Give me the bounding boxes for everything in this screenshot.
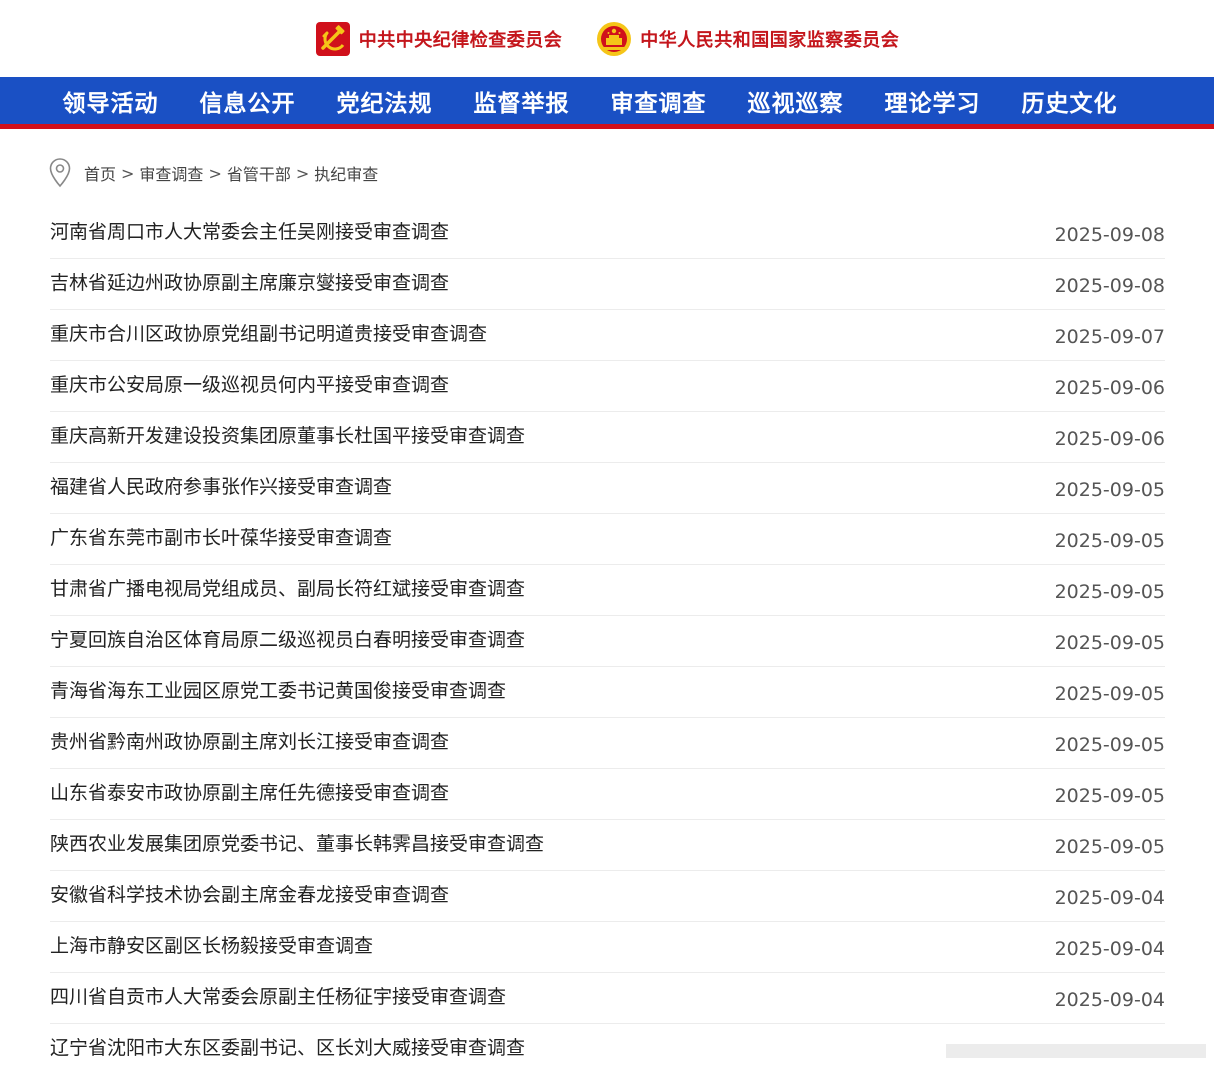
nsc-brand-name: 中华人民共和国国家监察委员会 [640, 29, 900, 51]
article-row: 安徽省科学技术协会副主席金春龙接受审查调查 2025-09-04 [50, 871, 1165, 922]
breadcrumb-separator: > [208, 163, 222, 183]
article-date: 2025-09-05 [1054, 683, 1165, 705]
article-row: 山东省泰安市政协原副主席任先德接受审查调查 2025-09-05 [50, 769, 1165, 820]
article-row: 重庆市公安局原一级巡视员何内平接受审查调查 2025-09-06 [50, 361, 1165, 412]
article-title-link[interactable]: 陕西农业发展集团原党委书记、董事长韩霁昌接受审查调查 [50, 829, 544, 856]
nav-item-regulations[interactable]: 党纪法规 [316, 84, 453, 118]
article-row: 重庆高新开发建设投资集团原董事长杜国平接受审查调查 2025-09-06 [50, 412, 1165, 463]
article-date: 2025-09-05 [1054, 836, 1165, 858]
article-row: 宁夏回族自治区体育局原二级巡视员白春明接受审查调查 2025-09-05 [50, 616, 1165, 667]
article-row: 贵州省黔南州政协原副主席刘长江接受审查调查 2025-09-05 [50, 718, 1165, 769]
nav-item-leadership[interactable]: 领导活动 [42, 84, 179, 118]
article-date: 2025-09-05 [1054, 581, 1165, 603]
article-date: 2025-09-05 [1054, 734, 1165, 756]
site-header: 中共中央纪律检查委员会 中华人民共和国国家监察委员会 [0, 0, 1214, 77]
article-row: 河南省周口市人大常委会主任吴刚接受审查调查 2025-09-08 [50, 208, 1165, 259]
article-title-link[interactable]: 辽宁省沈阳市大东区委副书记、区长刘大威接受审查调查 [50, 1033, 525, 1060]
national-emblem-icon [597, 21, 632, 56]
breadcrumb: 首页 > 审查调查 > 省管干部 > 执纪审查 [48, 157, 378, 189]
breadcrumb-separator: > [295, 163, 310, 183]
article-date: 2025-09-06 [1054, 428, 1165, 450]
nav-item-investigation[interactable]: 审查调查 [590, 84, 727, 118]
article-row: 重庆市合川区政协原党组副书记明道贵接受审查调查 2025-09-07 [50, 310, 1165, 361]
article-row: 广东省东莞市副市长叶葆华接受审查调查 2025-09-05 [50, 514, 1165, 565]
article-title-link[interactable]: 贵州省黔南州政协原副主席刘长江接受审查调查 [50, 727, 449, 754]
party-emblem-icon [315, 21, 350, 56]
article-date: 2025-09-08 [1054, 275, 1165, 297]
ccdi-brand-name: 中共中央纪律检查委员会 [358, 29, 563, 51]
breadcrumb-provincial-cadres[interactable]: 省管干部 [227, 161, 291, 185]
nav-item-history[interactable]: 历史文化 [1001, 84, 1138, 118]
article-date: 2025-09-05 [1054, 530, 1165, 552]
article-title-link[interactable]: 广东省东莞市副市长叶葆华接受审查调查 [50, 523, 392, 550]
article-title-link[interactable]: 上海市静安区副区长杨毅接受审查调查 [50, 931, 373, 958]
article-list: 河南省周口市人大常委会主任吴刚接受审查调查 2025-09-08 吉林省延边州政协原… [50, 208, 1165, 1074]
article-title-link[interactable]: 宁夏回族自治区体育局原二级巡视员白春明接受审查调查 [50, 625, 525, 652]
article-row: 青海省海东工业园区原党工委书记黄国俊接受审查调查 2025-09-05 [50, 667, 1165, 718]
ccdi-brand[interactable]: 中共中央纪律检查委员会 [315, 21, 563, 57]
article-row: 福建省人民政府参事张作兴接受审查调查 2025-09-05 [50, 463, 1165, 514]
article-date: 2025-09-05 [1054, 632, 1165, 654]
article-title-link[interactable]: 重庆市合川区政协原党组副书记明道贵接受审查调查 [50, 319, 487, 346]
breadcrumb-separator: > [121, 163, 135, 183]
article-title-link[interactable]: 吉林省延边州政协原副主席廉京燮接受审查调查 [50, 268, 449, 295]
article-date: 2025-09-04 [1054, 989, 1165, 1011]
article-date: 2025-09-06 [1054, 377, 1165, 399]
article-row: 上海市静安区副区长杨毅接受审查调查 2025-09-04 [50, 922, 1165, 973]
article-title-link[interactable]: 安徽省科学技术协会副主席金春龙接受审查调查 [50, 880, 449, 907]
article-date: 2025-09-05 [1054, 479, 1165, 501]
article-row: 四川省自贡市人大常委会原副主任杨征宇接受审查调查 2025-09-04 [50, 973, 1165, 1024]
article-title-link[interactable]: 青海省海东工业园区原党工委书记黄国俊接受审查调查 [50, 676, 506, 703]
watermark-graphic [946, 1044, 1206, 1058]
breadcrumb-home[interactable]: 首页 [84, 161, 116, 185]
article-title-link[interactable]: 山东省泰安市政协原副主席任先德接受审查调查 [50, 778, 449, 805]
article-date: 2025-09-07 [1054, 326, 1165, 348]
nav-item-disclosure[interactable]: 信息公开 [179, 84, 316, 118]
nav-item-reporting[interactable]: 监督举报 [453, 84, 590, 118]
article-date: 2025-09-08 [1054, 224, 1165, 246]
article-date: 2025-09-04 [1054, 887, 1165, 909]
article-row: 甘肃省广播电视局党组成员、副局长符红斌接受审查调查 2025-09-05 [50, 565, 1165, 616]
breadcrumb-investigation[interactable]: 审查调查 [139, 161, 203, 185]
article-date: 2025-09-04 [1054, 938, 1165, 960]
article-title-link[interactable]: 四川省自贡市人大常委会原副主任杨征宇接受审查调查 [50, 982, 506, 1009]
nsc-brand[interactable]: 中华人民共和国国家监察委员会 [596, 21, 899, 57]
main-nav: 领导活动 信息公开 党纪法规 监督举报 审查调查 巡视巡察 理论学习 历史文化 [0, 77, 1214, 129]
article-title-link[interactable]: 甘肃省广播电视局党组成员、副局长符红斌接受审查调查 [50, 574, 525, 601]
article-row: 陕西农业发展集团原党委书记、董事长韩霁昌接受审查调查 2025-09-05 [50, 820, 1165, 871]
nav-item-theory[interactable]: 理论学习 [864, 84, 1001, 118]
article-row: 吉林省延边州政协原副主席廉京燮接受审查调查 2025-09-08 [50, 259, 1165, 310]
location-pin-icon [49, 158, 71, 188]
article-title-link[interactable]: 福建省人民政府参事张作兴接受审查调查 [50, 472, 392, 499]
article-title-link[interactable]: 河南省周口市人大常委会主任吴刚接受审查调查 [50, 217, 449, 244]
article-title-link[interactable]: 重庆市公安局原一级巡视员何内平接受审查调查 [50, 370, 449, 397]
breadcrumb-current: 执纪审查 [314, 165, 379, 184]
article-title-link[interactable]: 重庆高新开发建设投资集团原董事长杜国平接受审查调查 [50, 421, 525, 448]
article-date: 2025-09-05 [1054, 785, 1165, 807]
nav-item-inspection[interactable]: 巡视巡察 [727, 84, 864, 118]
